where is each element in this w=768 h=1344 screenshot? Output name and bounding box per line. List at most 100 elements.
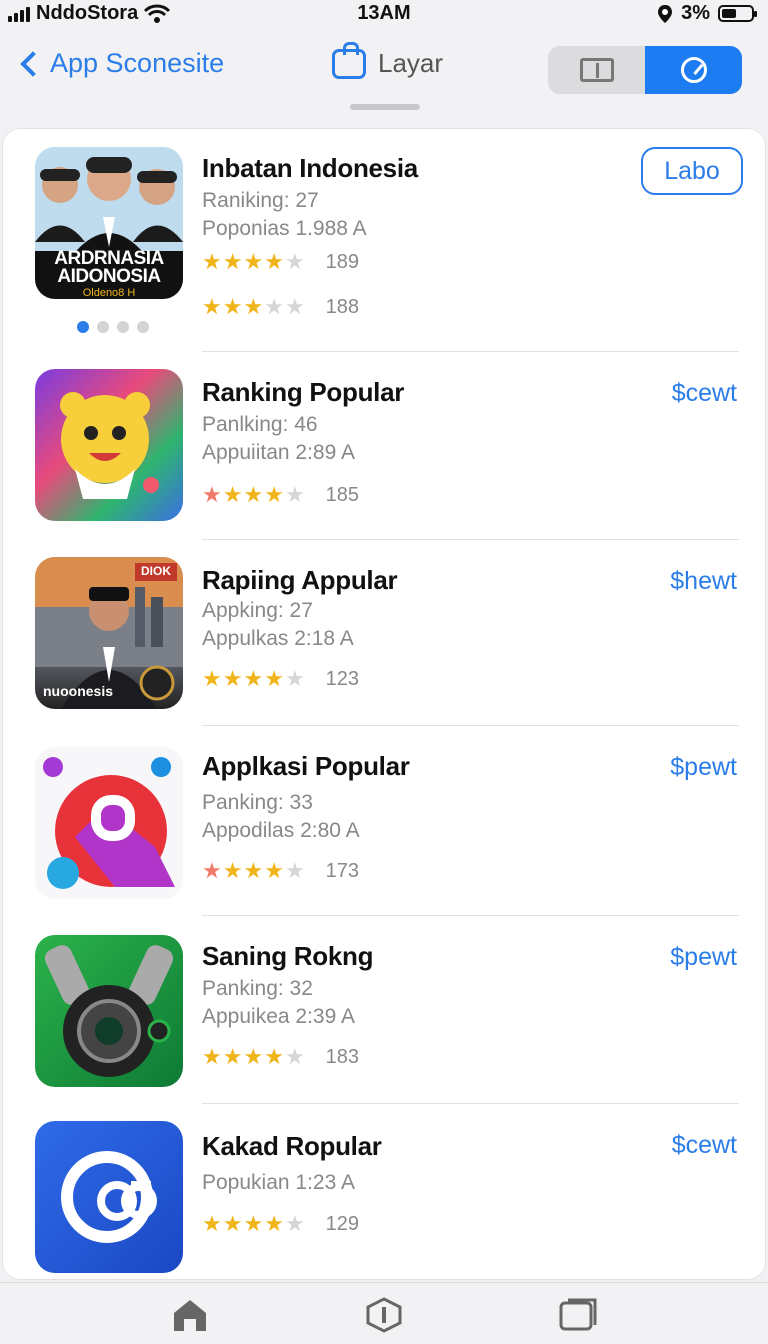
star-icon: ★ xyxy=(264,249,284,274)
star-icon: ★ xyxy=(264,1211,284,1236)
star-icon: ★ xyxy=(222,858,243,883)
app-name: Ranking Popular xyxy=(202,377,405,407)
app-name: Inbatan Indonesia xyxy=(202,153,418,183)
star-icon: ★ xyxy=(222,294,243,319)
star-icon: ★ xyxy=(284,858,305,883)
mascot-illustration xyxy=(60,392,159,499)
camera-illustration xyxy=(44,945,174,1077)
star-rating: ★ ★ ★ ★ ★ 189 xyxy=(202,251,359,273)
star-icon: ★ xyxy=(243,666,264,691)
battery-percent: 3% xyxy=(681,2,710,24)
app-icon: DIOK nuoonesis xyxy=(35,557,183,709)
get-link[interactable]: $pewt xyxy=(670,943,737,972)
sheet-grabber[interactable] xyxy=(350,104,420,110)
rating-count: 183 xyxy=(325,1046,360,1068)
compass-icon xyxy=(680,57,707,83)
app-ranking: Appking: 27 xyxy=(202,599,313,622)
star-icon: ★ xyxy=(222,666,243,691)
star-icon: ★ xyxy=(284,1044,305,1069)
tab-bar xyxy=(0,1282,768,1344)
bag-icon xyxy=(332,41,366,79)
box-icon[interactable] xyxy=(558,1297,598,1333)
star-icon: ★ xyxy=(284,666,305,691)
list-item[interactable]: Saning Rokng Panking: 32 Appuikea 2:39 A… xyxy=(3,915,765,1104)
app-icon: ARDRNASIA AIDONOSIA Oldeno8 H xyxy=(35,147,183,299)
star-icon: ★ xyxy=(264,482,284,507)
app-popularity: Appulkas 2:18 A xyxy=(202,627,354,650)
app-popularity: Appodilas 2:80 A xyxy=(202,819,360,842)
app-popularity: Appuikea 2:39 A xyxy=(202,1005,355,1028)
app-ranking: Panking: 33 xyxy=(202,791,313,814)
star-icon: ★ xyxy=(222,1044,243,1069)
star-icon: ★ xyxy=(202,1211,222,1236)
page-dots[interactable] xyxy=(77,321,149,333)
back-chevron-icon xyxy=(20,50,46,77)
star-icon: ★ xyxy=(243,1044,264,1069)
logo-illustration xyxy=(61,1151,157,1243)
app-icon xyxy=(35,747,183,899)
status-right: 3% xyxy=(657,2,757,25)
list-item[interactable]: DIOK nuoonesis Rapiing Appular Appking: … xyxy=(3,539,765,726)
app-popularity: Popukian 1:23 A xyxy=(202,1171,355,1194)
icon-title: nuoonesis xyxy=(43,683,114,699)
home-icon[interactable] xyxy=(170,1297,210,1333)
star-rating: ★ ★ ★ ★ ★ 188 xyxy=(202,296,359,318)
star-icon: ★ xyxy=(284,1211,305,1236)
app-name: Rapiing Appular xyxy=(202,565,398,595)
icon-badge: DIOK xyxy=(141,564,171,578)
book-icon xyxy=(579,58,614,82)
app-name: Saning Rokng xyxy=(202,941,374,971)
status-time: 13AM xyxy=(357,2,411,24)
app-name: Kakad Ropular xyxy=(202,1131,382,1161)
star-icon: ★ xyxy=(202,294,222,319)
star-icon: ★ xyxy=(202,482,222,507)
star-icon: ★ xyxy=(202,249,222,274)
rating-count: 123 xyxy=(325,668,360,690)
star-icon: ★ xyxy=(222,482,243,507)
star-icon: ★ xyxy=(243,858,264,883)
rating-count: 189 xyxy=(325,251,360,273)
rating-count: 129 xyxy=(325,1213,360,1235)
list-item[interactable]: Applkasi Popular Panking: 33 Appodilas 2… xyxy=(3,725,765,916)
icon-subtitle: Oldeno8 H xyxy=(82,287,136,299)
status-bar: NddoStora 13AM 3% xyxy=(0,0,768,30)
rating-count: 173 xyxy=(325,860,360,882)
star-icon: ★ xyxy=(264,858,284,883)
list-item[interactable]: Kakad Ropular Popukian 1:23 A ★ ★ ★ ★ ★ 129 … xyxy=(3,1103,765,1279)
star-icon: ★ xyxy=(284,482,305,507)
star-icon: ★ xyxy=(284,294,305,319)
get-link[interactable]: $pewt xyxy=(670,753,737,782)
rating-count: 185 xyxy=(325,484,360,506)
star-icon: ★ xyxy=(202,666,222,691)
app-popularity: Poponias 1.988 A xyxy=(202,217,367,240)
star-icon: ★ xyxy=(243,249,264,274)
nav-title: Layar xyxy=(332,41,443,79)
back-button[interactable]: App Sconesite xyxy=(16,48,224,79)
star-icon: ★ xyxy=(243,482,264,507)
star-rating: ★ ★ ★ ★ ★ 183 xyxy=(202,1046,359,1068)
phone-hand-illustration xyxy=(43,757,175,889)
info-icon[interactable] xyxy=(364,1297,404,1333)
app-icon xyxy=(35,369,183,521)
list-item[interactable]: ARDRNASIA AIDONOSIA Oldeno8 H Inbatan In… xyxy=(3,129,765,352)
get-link[interactable]: $cewt xyxy=(672,379,737,408)
app-icon xyxy=(35,935,183,1087)
list-item[interactable]: Ranking Popular Panlking: 46 Appuiitan 2… xyxy=(3,351,765,540)
star-icon: ★ xyxy=(264,1044,284,1069)
battery-icon xyxy=(718,5,757,22)
star-rating: ★ ★ ★ ★ ★ 173 xyxy=(202,860,359,882)
segment-book[interactable] xyxy=(548,46,645,94)
get-link[interactable]: $hewt xyxy=(670,567,737,596)
icon-title: ARDRNASIA AIDONOSIA xyxy=(54,248,164,287)
get-button[interactable]: Labo xyxy=(641,147,743,195)
get-link[interactable]: $cewt xyxy=(672,1131,737,1160)
app-popularity: Appuiitan 2:89 A xyxy=(202,441,355,464)
rating-count: 188 xyxy=(325,296,360,318)
app-icon xyxy=(35,1121,183,1273)
star-icon: ★ xyxy=(264,666,284,691)
star-icon: ★ xyxy=(243,1211,264,1236)
view-segmented-control xyxy=(548,46,742,94)
segment-compass[interactable] xyxy=(645,46,742,94)
star-rating: ★ ★ ★ ★ ★ 123 xyxy=(202,668,359,690)
app-ranking: Panlking: 46 xyxy=(202,413,318,436)
